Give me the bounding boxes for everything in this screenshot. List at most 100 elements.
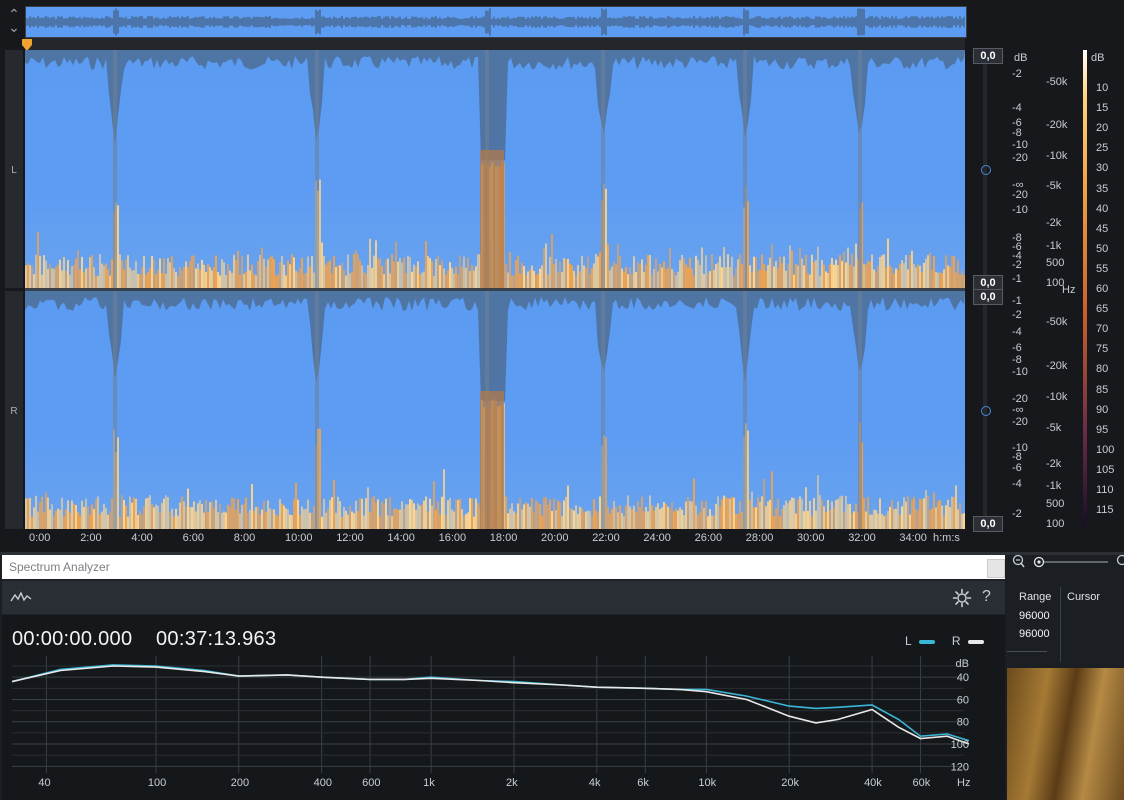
zoom-out-icon[interactable] xyxy=(1010,553,1124,571)
waveform-overview[interactable] xyxy=(25,6,967,38)
colorbar-tick: 50 xyxy=(1096,242,1109,255)
time-tick: 18:00 xyxy=(489,532,518,544)
time-axis[interactable]: 0:00 2:00 4:00 6:00 8:00 10:00 12:00 14:00 16:00… xyxy=(25,531,970,547)
start-timecode: 00:00:00.000 xyxy=(12,628,133,650)
x-tick-label: 6k xyxy=(637,777,649,789)
x-tick-label: 10k xyxy=(698,777,717,789)
x-tick-label: 40 xyxy=(38,777,51,789)
colorbar-tick: 95 xyxy=(1096,423,1109,436)
x-tick-label: 200 xyxy=(230,777,250,789)
hz-tick: -5k xyxy=(1046,422,1062,434)
colorbar-tick: 30 xyxy=(1096,162,1109,175)
colorbar-tick: 75 xyxy=(1096,343,1109,356)
colorbar-ticks: 10 15 20 25 30 35 40 45 50 55 60 65 70 75 80 85 90 95 100 1… xyxy=(1092,50,1122,530)
range-header: Range xyxy=(1019,591,1052,603)
spectrogram-left-render xyxy=(25,50,965,288)
colorbar-tick: 110 xyxy=(1096,484,1114,496)
panel-underline xyxy=(1007,651,1047,652)
y-tick-label: 100 xyxy=(951,739,969,751)
chart-legend: L R xyxy=(905,634,984,648)
hz-tick: 500 xyxy=(1046,498,1065,510)
legend-l-swatch xyxy=(918,639,935,644)
y-tick-label: 60 xyxy=(957,694,969,706)
horizontal-zoom-control[interactable] xyxy=(1010,553,1124,571)
legend-r-swatch xyxy=(967,639,984,644)
x-tick-label: 20k xyxy=(781,777,799,789)
hz-tick: 100 xyxy=(1046,518,1065,530)
spectrogram-channel-left[interactable] xyxy=(25,50,965,288)
time-tick: 24:00 xyxy=(643,532,671,544)
x-axis-unit: Hz xyxy=(957,777,971,789)
end-timecode: 00:37:13.963 xyxy=(156,628,277,650)
time-tick: 34:00 xyxy=(899,532,927,544)
hz-tick: -1k xyxy=(1046,480,1062,492)
colorbar-tick: 80 xyxy=(1096,363,1109,376)
colorbar-tick: 105 xyxy=(1096,463,1115,476)
collapse-overview-icon[interactable]: ⌃ ⌄ xyxy=(4,7,24,34)
spectrogram-channel-right[interactable] xyxy=(25,291,965,529)
window-titlebar[interactable]: Spectrum Analyzer xyxy=(2,555,1005,579)
time-tick: 14:00 xyxy=(387,532,415,544)
help-icon[interactable]: ? xyxy=(982,588,991,606)
spectrogram-right-render xyxy=(25,291,965,529)
range-value-1: 96000 xyxy=(1019,610,1050,622)
hz-tick: -50k xyxy=(1046,316,1068,328)
background-photo xyxy=(1007,668,1124,800)
time-tick: 12:00 xyxy=(336,532,364,544)
colorbar-tick: 45 xyxy=(1096,222,1109,235)
time-unit-label: h:m:s xyxy=(933,532,960,544)
hz-tick: -20k xyxy=(1046,119,1068,131)
panel-divider xyxy=(1060,587,1061,662)
y-tick-label: 80 xyxy=(957,717,969,729)
time-tick: 2:00 xyxy=(80,532,102,544)
info-panel: Range Cursor 96000 96000 xyxy=(1007,587,1124,667)
hz-tick: -2k xyxy=(1046,458,1062,470)
window-title: Spectrum Analyzer xyxy=(9,560,110,574)
close-button[interactable] xyxy=(987,559,1005,578)
colorbar-tick: 65 xyxy=(1096,303,1109,316)
time-tick: 30:00 xyxy=(797,532,825,544)
colorbar-tick: 15 xyxy=(1096,102,1109,115)
hz-tick: -20k xyxy=(1046,360,1068,372)
time-tick: 10:00 xyxy=(285,532,313,544)
time-tick: 22:00 xyxy=(592,532,620,544)
colorbar-tick: 70 xyxy=(1096,323,1109,336)
time-tick: 28:00 xyxy=(745,532,774,544)
colorbar-tick: 60 xyxy=(1096,283,1109,295)
x-tick-label: 100 xyxy=(147,777,167,789)
x-tick-label: 600 xyxy=(362,777,381,789)
x-tick-label: 400 xyxy=(313,777,332,789)
cursor-header: Cursor xyxy=(1067,591,1101,603)
time-tick: 4:00 xyxy=(131,532,153,544)
colorbar-tick: 115 xyxy=(1096,504,1114,517)
waveform-mode-icon[interactable] xyxy=(10,590,32,604)
colorbar-tick: 10 xyxy=(1096,82,1109,94)
hz-tick: -2k xyxy=(1046,217,1062,229)
x-tick-label: 4k xyxy=(588,777,601,789)
time-tick: 26:00 xyxy=(694,532,723,544)
legend-l-label: L xyxy=(905,634,912,648)
timeline-ruler[interactable] xyxy=(25,38,965,50)
colorbar-tick: 90 xyxy=(1096,403,1109,416)
colorbar-tick: 35 xyxy=(1096,182,1109,195)
colorbar-tick: 25 xyxy=(1096,142,1109,155)
hz-tick: 500 xyxy=(1046,257,1065,269)
x-tick-label: 60k xyxy=(912,777,931,789)
hz-tick: -5k xyxy=(1046,180,1062,192)
analyzer-toolbar: ? xyxy=(2,581,1005,614)
colorbar-tick: 40 xyxy=(1096,202,1109,215)
overview-waveform-icon xyxy=(25,8,965,36)
hz-tick: -10k xyxy=(1046,391,1068,403)
time-tick: 32:00 xyxy=(848,532,876,544)
range-value-2: 96000 xyxy=(1019,628,1050,640)
colorbar-tick: 85 xyxy=(1096,383,1109,396)
y-tick-label: 120 xyxy=(951,761,969,773)
x-tick-label: 2k xyxy=(505,777,518,789)
spectrum-plot[interactable]: 40 60 80 100 120 dB xyxy=(12,656,974,773)
frequency-scale: -50k -50k -20k -20k -10k -10k -5k -5k -2k -2k -1k -… xyxy=(966,50,1067,530)
channel-label-left[interactable]: L xyxy=(5,50,23,288)
settings-gear-icon[interactable] xyxy=(952,588,972,608)
colorbar-tick: 55 xyxy=(1096,262,1109,275)
x-tick-label: 40k xyxy=(864,777,882,789)
channel-label-right[interactable]: R xyxy=(5,291,23,529)
